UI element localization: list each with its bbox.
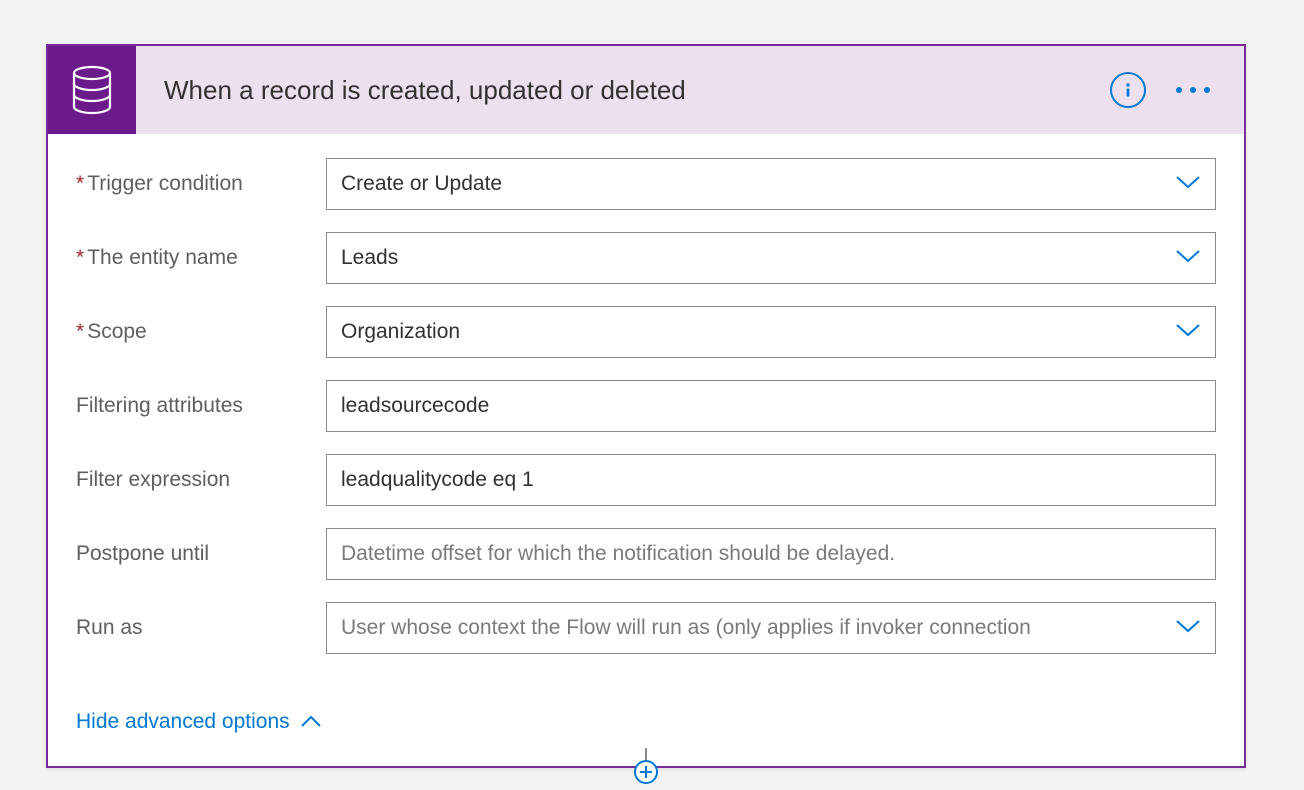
label-entity-name: *The entity name	[76, 246, 326, 270]
run-as-select[interactable]	[326, 602, 1216, 654]
card-title: When a record is created, updated or del…	[136, 75, 1110, 106]
chevron-down-icon	[1175, 321, 1201, 344]
postpone-until-value[interactable]	[341, 529, 1201, 579]
database-icon	[48, 46, 136, 134]
scope-select[interactable]	[326, 306, 1216, 358]
row-postpone-until: Postpone until	[76, 528, 1216, 580]
advanced-toggle-label: Hide advanced options	[76, 710, 290, 734]
scope-value[interactable]	[341, 307, 1167, 357]
more-options-button[interactable]	[1172, 81, 1214, 99]
trigger-condition-value[interactable]	[341, 159, 1167, 209]
filter-expression-input[interactable]	[326, 454, 1216, 506]
trigger-condition-select[interactable]	[326, 158, 1216, 210]
label-trigger-condition: *Trigger condition	[76, 172, 326, 196]
row-trigger-condition: *Trigger condition	[76, 158, 1216, 210]
hide-advanced-options-toggle[interactable]: Hide advanced options	[76, 710, 322, 734]
label-scope: *Scope	[76, 320, 326, 344]
chevron-down-icon	[1175, 173, 1201, 196]
chevron-down-icon	[1175, 247, 1201, 270]
row-entity-name: *The entity name	[76, 232, 1216, 284]
card-body: *Trigger condition *The entity name	[48, 134, 1244, 766]
chevron-down-icon	[1175, 617, 1201, 640]
ellipsis-icon	[1176, 87, 1182, 93]
info-button[interactable]	[1110, 72, 1146, 108]
chevron-up-icon	[300, 715, 322, 729]
row-filtering-attributes: Filtering attributes	[76, 380, 1216, 432]
entity-name-value[interactable]	[341, 233, 1167, 283]
row-filter-expression: Filter expression	[76, 454, 1216, 506]
row-scope: *Scope	[76, 306, 1216, 358]
card-header: When a record is created, updated or del…	[48, 46, 1244, 134]
run-as-value[interactable]	[341, 603, 1167, 653]
filtering-attributes-value[interactable]	[341, 381, 1201, 431]
add-step-button[interactable]	[634, 760, 658, 784]
info-icon	[1119, 81, 1137, 99]
postpone-until-input[interactable]	[326, 528, 1216, 580]
trigger-card: When a record is created, updated or del…	[46, 44, 1246, 768]
row-run-as: Run as	[76, 602, 1216, 654]
add-step-port	[634, 748, 658, 784]
filtering-attributes-input[interactable]	[326, 380, 1216, 432]
label-filter-expression: Filter expression	[76, 468, 326, 492]
plus-icon	[639, 765, 653, 779]
label-filtering-attributes: Filtering attributes	[76, 394, 326, 418]
label-postpone-until: Postpone until	[76, 542, 326, 566]
filter-expression-value[interactable]	[341, 455, 1201, 505]
entity-name-select[interactable]	[326, 232, 1216, 284]
label-run-as: Run as	[76, 616, 326, 640]
